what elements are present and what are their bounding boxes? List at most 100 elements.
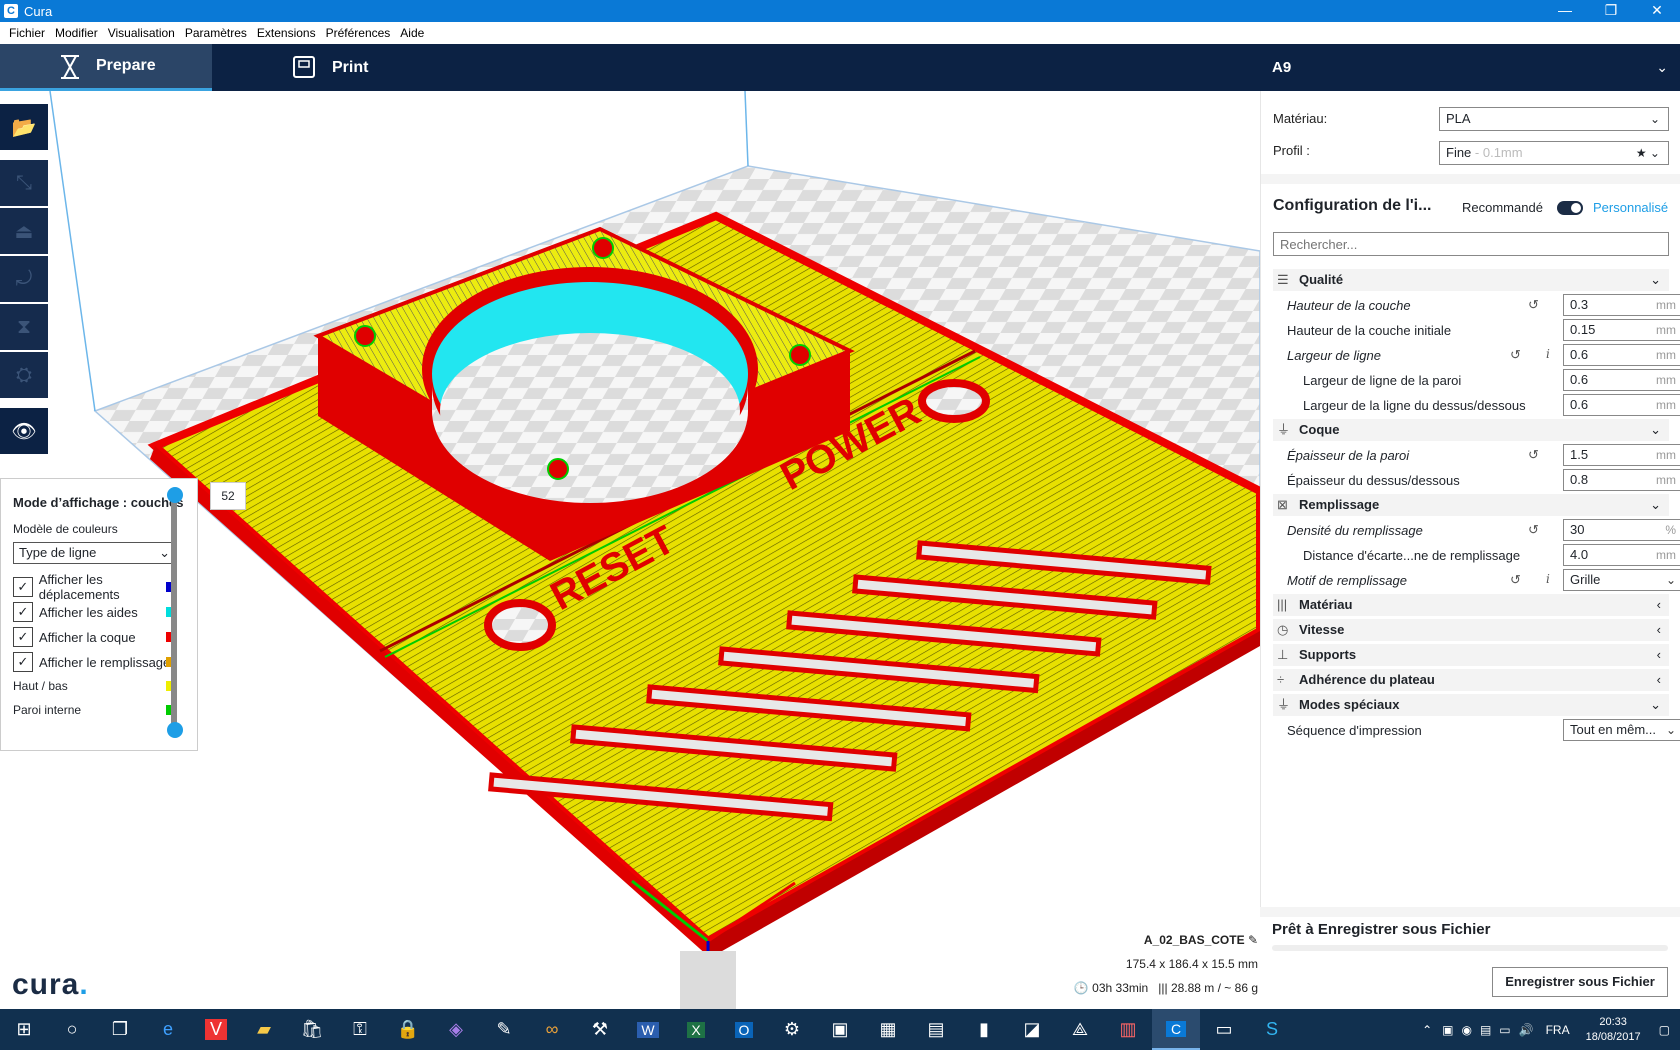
taskbar-audio[interactable]: ▥: [1104, 1009, 1152, 1050]
clock[interactable]: 20:33 18/08/2017: [1578, 1015, 1649, 1045]
search-input[interactable]: [1273, 232, 1669, 256]
mode-toggle[interactable]: [1557, 201, 1583, 215]
category-coque[interactable]: ⏚ Coque ⌄: [1273, 419, 1669, 441]
taskbar-notepad[interactable]: ✎: [480, 1009, 528, 1050]
maximize-button[interactable]: ❐: [1588, 0, 1634, 22]
layer-slider-bottom-handle[interactable]: [167, 722, 183, 738]
chevron-up-icon[interactable]: ⌃: [1416, 1023, 1438, 1037]
taskbar-skype[interactable]: S: [1248, 1009, 1296, 1050]
reset-icon[interactable]: ↺: [1528, 297, 1539, 313]
taskbar-lock[interactable]: 🔒: [384, 1009, 432, 1050]
taskbar-visual-studio[interactable]: ◈: [432, 1009, 480, 1050]
reset-icon[interactable]: ↺: [1528, 447, 1539, 463]
material-dropdown[interactable]: PLA ⌄: [1439, 107, 1669, 131]
legend-check-helpers[interactable]: ✓ Afficher les aides: [13, 600, 185, 624]
language-indicator[interactable]: FRA: [1538, 1023, 1578, 1037]
start-button[interactable]: ⊞: [0, 1009, 48, 1050]
printer-name[interactable]: A9: [1272, 44, 1291, 91]
category-qualite[interactable]: ☰ Qualité ⌄: [1273, 269, 1669, 291]
menu-extensions[interactable]: Extensions: [252, 26, 321, 40]
category-adherence[interactable]: ÷ Adhérence du plateau ‹: [1273, 669, 1669, 691]
setting-input[interactable]: 0.8 mm: [1563, 469, 1680, 491]
reset-icon[interactable]: ↺: [1510, 572, 1521, 588]
setting-input[interactable]: 1.5 mm: [1563, 444, 1680, 466]
per-model-settings-button[interactable]: ⛭: [0, 352, 48, 398]
legend-check-shell[interactable]: ✓ Afficher la coque: [13, 625, 185, 649]
layer-slider[interactable]: [171, 494, 177, 729]
taskbar-device[interactable]: ▤: [912, 1009, 960, 1050]
reset-icon[interactable]: ↺: [1528, 522, 1539, 538]
menu-parametres[interactable]: Paramètres: [180, 26, 252, 40]
taskbar-photos[interactable]: ▣: [816, 1009, 864, 1050]
taskbar-vivaldi[interactable]: V: [192, 1009, 240, 1050]
tab-print[interactable]: Print: [212, 44, 412, 91]
taskbar-steam[interactable]: ⚙: [768, 1009, 816, 1050]
layer-number-input[interactable]: 52: [210, 482, 246, 510]
category-remplissage[interactable]: ⊠ Remplissage ⌄: [1273, 494, 1669, 516]
profile-dropdown[interactable]: Fine - 0.1mm ★ ⌄: [1439, 141, 1669, 165]
setting-input[interactable]: 4.0 mm: [1563, 544, 1680, 566]
legend-check-travels[interactable]: ✓ Afficher les déplacements: [13, 572, 185, 602]
menu-fichier[interactable]: Fichier: [4, 26, 50, 40]
setting-input[interactable]: 0.6 mm: [1563, 344, 1680, 366]
print-sequence-dropdown[interactable]: Tout en mêm... ⌄: [1563, 719, 1680, 741]
taskbar-cura[interactable]: C: [1152, 1009, 1200, 1050]
mirror-tool-button[interactable]: ⧗: [0, 304, 48, 350]
taskbar-keepass[interactable]: ⚿: [336, 1009, 384, 1050]
taskbar-store[interactable]: 🛍: [288, 1009, 336, 1050]
setting-input[interactable]: 0.15 mm: [1563, 319, 1680, 341]
tray-icon[interactable]: ▣: [1438, 1023, 1457, 1037]
setting-input[interactable]: 0.6 mm: [1563, 369, 1680, 391]
info-icon[interactable]: i: [1546, 347, 1550, 361]
category-vitesse[interactable]: ◷ Vitesse ‹: [1273, 619, 1669, 641]
setting-input[interactable]: 0.6 mm: [1563, 394, 1680, 416]
category-materiau[interactable]: ||| Matériau ‹: [1273, 594, 1669, 616]
taskbar-tools[interactable]: ⚒: [576, 1009, 624, 1050]
taskbar-word[interactable]: W: [624, 1009, 672, 1050]
checkbox[interactable]: ✓: [13, 627, 33, 647]
taskbar-arduino[interactable]: ∞: [528, 1009, 576, 1050]
taskbar-calculator[interactable]: ▦: [864, 1009, 912, 1050]
open-file-button[interactable]: 📂: [0, 104, 48, 150]
job-name[interactable]: A_02_BAS_COTE: [1144, 933, 1245, 947]
view-mode-button[interactable]: 👁: [0, 408, 48, 454]
notifications-icon[interactable]: ▢: [1649, 1023, 1680, 1037]
tray-icon[interactable]: ▤: [1476, 1023, 1495, 1037]
menu-preferences[interactable]: Préférences: [321, 26, 396, 40]
network-icon[interactable]: ▭: [1495, 1023, 1514, 1037]
color-model-dropdown[interactable]: Type de ligne ⌄: [13, 542, 175, 564]
checkbox[interactable]: ✓: [13, 652, 33, 672]
rotate-tool-button[interactable]: ⤾: [0, 256, 48, 302]
taskbar-edge[interactable]: e: [144, 1009, 192, 1050]
recommended-label[interactable]: Recommandé: [1462, 200, 1543, 215]
infill-pattern-dropdown[interactable]: Grille ⌄: [1563, 569, 1680, 591]
taskbar-window[interactable]: ▭: [1200, 1009, 1248, 1050]
taskbar-unity[interactable]: ⟁: [1056, 1009, 1104, 1050]
save-button[interactable]: Enregistrer sous Fichier: [1492, 967, 1668, 997]
taskbar-explorer[interactable]: ▰: [240, 1009, 288, 1050]
taskbar-excel[interactable]: X: [672, 1009, 720, 1050]
tray-icon[interactable]: ◉: [1457, 1023, 1475, 1037]
task-view-button[interactable]: ❐: [96, 1009, 144, 1050]
setting-input[interactable]: 0.3 mm: [1563, 294, 1680, 316]
menu-aide[interactable]: Aide: [395, 26, 429, 40]
chevron-down-icon[interactable]: ⌄: [1656, 44, 1668, 91]
taskbar-outlook[interactable]: O: [720, 1009, 768, 1050]
info-icon[interactable]: i: [1546, 572, 1550, 586]
pencil-icon[interactable]: ✎: [1248, 933, 1258, 947]
category-modes[interactable]: ⏚ Modes spéciaux ⌄: [1273, 694, 1669, 716]
move-tool-button[interactable]: ⤡: [0, 160, 48, 206]
search-button[interactable]: ○: [48, 1009, 96, 1050]
custom-label[interactable]: Personnalisé: [1593, 200, 1668, 215]
taskbar-phone[interactable]: ▮: [960, 1009, 1008, 1050]
legend-check-infill[interactable]: ✓ Afficher le remplissage: [13, 650, 185, 674]
tab-prepare[interactable]: Prepare: [0, 44, 212, 91]
menu-modifier[interactable]: Modifier: [50, 26, 103, 40]
layer-slider-top-handle[interactable]: [167, 487, 183, 503]
volume-icon[interactable]: 🔊: [1515, 1023, 1538, 1037]
minimize-button[interactable]: —: [1542, 0, 1588, 22]
taskbar-app[interactable]: ◪: [1008, 1009, 1056, 1050]
menu-visualisation[interactable]: Visualisation: [103, 26, 180, 40]
close-button[interactable]: ✕: [1634, 0, 1680, 22]
category-supports[interactable]: ⊥ Supports ‹: [1273, 644, 1669, 666]
